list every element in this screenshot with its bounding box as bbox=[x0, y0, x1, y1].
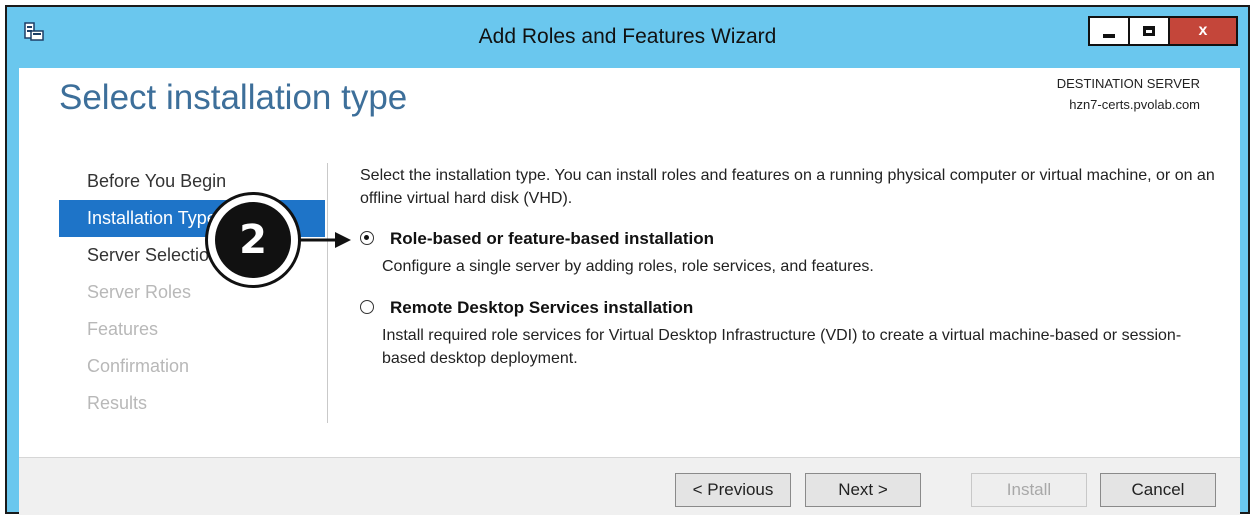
option-description: Configure a single server by adding role… bbox=[382, 258, 874, 275]
previous-button[interactable]: < Previous bbox=[675, 473, 791, 507]
destination-server-name: hzn7-certs.pvolab.com bbox=[1069, 97, 1200, 112]
maximize-button[interactable] bbox=[1128, 16, 1170, 46]
window-title: Add Roles and Features Wizard bbox=[478, 25, 777, 48]
minimize-icon bbox=[1103, 34, 1115, 38]
next-button[interactable]: Next > bbox=[805, 473, 921, 507]
nav-divider bbox=[327, 163, 328, 423]
option-remote-desktop[interactable]: Remote Desktop Services installation Ins… bbox=[360, 297, 1220, 370]
radio-unselected-icon[interactable] bbox=[360, 300, 374, 314]
close-button[interactable]: x bbox=[1168, 16, 1238, 46]
nav-item-before-you-begin[interactable]: Before You Begin bbox=[59, 163, 325, 200]
wizard-window: Add Roles and Features Wizard x Select i… bbox=[5, 5, 1250, 515]
nav-item-features: Features bbox=[87, 319, 159, 339]
title-bar[interactable]: Add Roles and Features Wizard x bbox=[7, 7, 1248, 63]
cancel-button[interactable]: Cancel bbox=[1100, 473, 1216, 507]
minimize-button[interactable] bbox=[1088, 16, 1130, 46]
install-button: Install bbox=[971, 473, 1087, 507]
nav-item-confirmation: Confirmation bbox=[87, 356, 190, 376]
nav-item-results: Results bbox=[87, 393, 148, 413]
option-description: Install required role services for Virtu… bbox=[382, 327, 1182, 367]
maximize-icon bbox=[1143, 26, 1155, 36]
step-callout-number: 2 bbox=[215, 202, 291, 278]
option-title[interactable]: Role-based or feature-based installation bbox=[390, 228, 1220, 250]
wizard-client-area: Select installation type DESTINATION SER… bbox=[19, 68, 1240, 515]
option-role-based[interactable]: Role-based or feature-based installation… bbox=[360, 228, 1220, 278]
wizard-footer: < Previous Next > Install Cancel bbox=[19, 457, 1240, 515]
intro-text: Select the installation type. You can in… bbox=[360, 167, 1215, 207]
step-callout: 2 bbox=[205, 192, 301, 288]
destination-server-label: DESTINATION SERVER bbox=[1056, 76, 1200, 91]
nav-item-server-roles: Server Roles bbox=[87, 282, 192, 302]
page-title: Select installation type bbox=[59, 78, 408, 117]
radio-selected-icon[interactable] bbox=[360, 231, 374, 245]
close-icon: x bbox=[1198, 22, 1208, 39]
option-title[interactable]: Remote Desktop Services installation bbox=[390, 297, 1220, 319]
arrow-right-icon bbox=[299, 232, 351, 248]
wizard-nav: Before You Begin Installation Type Serve… bbox=[59, 163, 325, 422]
installation-type-content: Select the installation type. You can in… bbox=[360, 164, 1220, 370]
